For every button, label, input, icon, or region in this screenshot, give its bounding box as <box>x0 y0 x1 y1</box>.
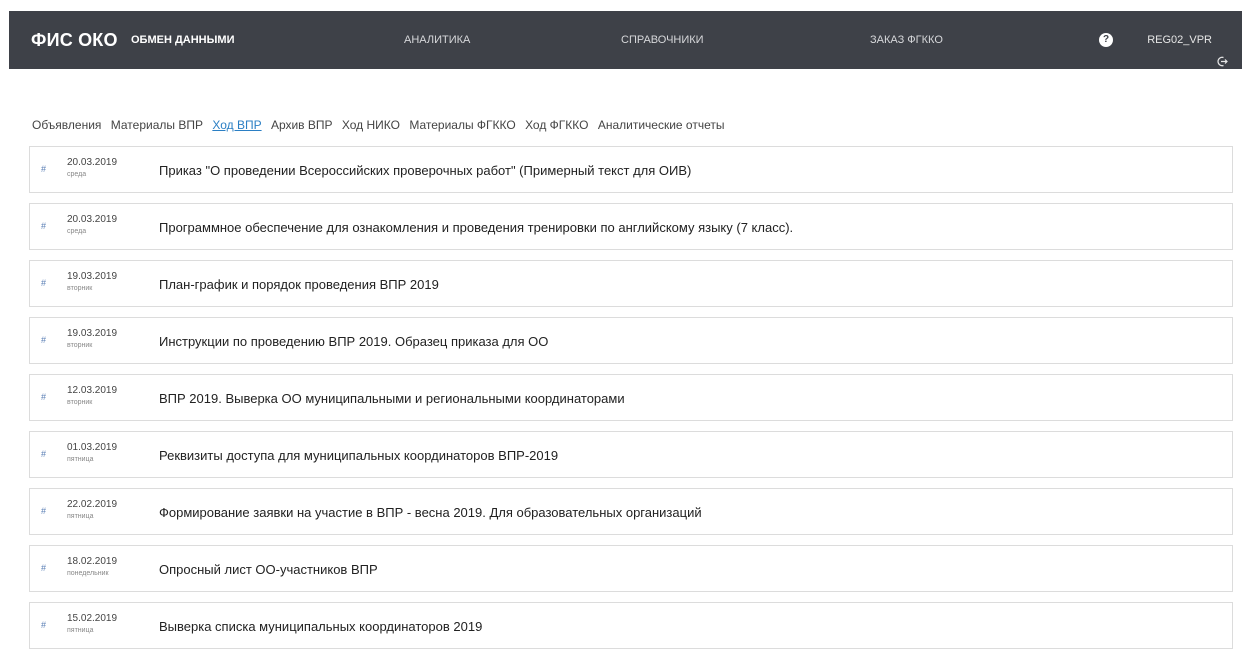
news-item[interactable]: # 18.02.2019 понедельник Опросный лист О… <box>29 545 1233 592</box>
subnav-announcements[interactable]: Объявления <box>32 118 101 132</box>
logout-icon[interactable] <box>1217 35 1228 66</box>
news-weekday: пятница <box>67 627 94 634</box>
news-date: 18.02.2019 <box>67 556 118 567</box>
news-date: 12.03.2019 <box>67 385 118 396</box>
news-title[interactable]: Инструкции по проведению ВПР 2019. Образ… <box>159 334 548 349</box>
top-navbar: ФИС ОКО ОБМЕН ДАННЫМИ АНАЛИТИКА СПРАВОЧН… <box>9 11 1242 69</box>
nav-directories[interactable]: СПРАВОЧНИКИ <box>621 11 704 69</box>
hash-icon: # <box>41 221 47 231</box>
subnav-niko-progress[interactable]: Ход НИКО <box>342 118 400 132</box>
help-icon[interactable]: ? <box>1099 33 1113 47</box>
news-date: 22.02.2019 <box>67 499 118 510</box>
news-weekday: вторник <box>67 342 93 349</box>
nav-data-exchange[interactable]: ОБМЕН ДАННЫМИ <box>131 11 234 69</box>
subnav-vpr-progress[interactable]: Ход ВПР <box>212 118 261 132</box>
news-title[interactable]: Приказ "О проведении Всероссийских прове… <box>159 163 691 178</box>
hash-icon: # <box>41 392 47 402</box>
news-date: 20.03.2019 <box>67 157 118 168</box>
nav-analytics[interactable]: АНАЛИТИКА <box>404 11 470 69</box>
news-weekday: вторник <box>67 285 93 292</box>
news-date: 01.03.2019 <box>67 442 118 453</box>
hash-icon: # <box>41 620 47 630</box>
news-weekday: понедельник <box>67 570 109 577</box>
news-date: 15.02.2019 <box>67 613 118 624</box>
brand-logo[interactable]: ФИС ОКО <box>31 11 118 69</box>
hash-icon: # <box>41 278 47 288</box>
news-item[interactable]: # 20.03.2019 среда Программное обеспечен… <box>29 203 1233 250</box>
news-date: 20.03.2019 <box>67 214 118 225</box>
sub-navigation: Объявления Материалы ВПР Ход ВПР Архив В… <box>32 118 730 132</box>
subnav-analytic-reports[interactable]: Аналитические отчеты <box>598 118 725 132</box>
nav-order-fgkko[interactable]: ЗАКАЗ ФГККО <box>870 11 943 69</box>
news-item[interactable]: # 19.03.2019 вторник Инструкции по прове… <box>29 317 1233 364</box>
subnav-vpr-materials[interactable]: Материалы ВПР <box>111 118 203 132</box>
hash-icon: # <box>41 506 47 516</box>
news-weekday: пятница <box>67 513 94 520</box>
user-menu[interactable]: REG02_VPR <box>1147 11 1228 69</box>
news-weekday: вторник <box>67 399 93 406</box>
hash-icon: # <box>41 563 47 573</box>
news-item[interactable]: # 22.02.2019 пятница Формирование заявки… <box>29 488 1233 535</box>
hash-icon: # <box>41 164 47 174</box>
hash-icon: # <box>41 335 47 345</box>
subnav-vpr-archive[interactable]: Архив ВПР <box>271 118 333 132</box>
news-title[interactable]: Программное обеспечение для ознакомления… <box>159 220 793 235</box>
news-weekday: среда <box>67 228 87 235</box>
news-item[interactable]: # 01.03.2019 пятница Реквизиты доступа д… <box>29 431 1233 478</box>
subnav-fgkko-materials[interactable]: Материалы ФГККО <box>409 118 515 132</box>
subnav-fgkko-progress[interactable]: Ход ФГККО <box>525 118 588 132</box>
hash-icon: # <box>41 449 47 459</box>
news-date: 19.03.2019 <box>67 328 118 339</box>
news-date: 19.03.2019 <box>67 271 118 282</box>
news-title[interactable]: Выверка списка муниципальных координатор… <box>159 619 482 634</box>
news-title[interactable]: План-график и порядок проведения ВПР 201… <box>159 277 439 292</box>
news-title[interactable]: Реквизиты доступа для муниципальных коор… <box>159 448 558 463</box>
user-name: REG02_VPR <box>1147 34 1212 46</box>
news-weekday: среда <box>67 171 87 178</box>
news-item[interactable]: # 12.03.2019 вторник ВПР 2019. Выверка О… <box>29 374 1233 421</box>
news-title[interactable]: Формирование заявки на участие в ВПР - в… <box>159 505 702 520</box>
news-item[interactable]: # 20.03.2019 среда Приказ "О проведении … <box>29 146 1233 193</box>
news-list: # 20.03.2019 среда Приказ "О проведении … <box>29 146 1233 655</box>
news-item[interactable]: # 15.02.2019 пятница Выверка списка муни… <box>29 602 1233 649</box>
news-title[interactable]: Опросный лист ОО-участников ВПР <box>159 562 378 577</box>
news-title[interactable]: ВПР 2019. Выверка ОО муниципальными и ре… <box>159 391 625 406</box>
news-weekday: пятница <box>67 456 94 463</box>
news-item[interactable]: # 19.03.2019 вторник План-график и поряд… <box>29 260 1233 307</box>
